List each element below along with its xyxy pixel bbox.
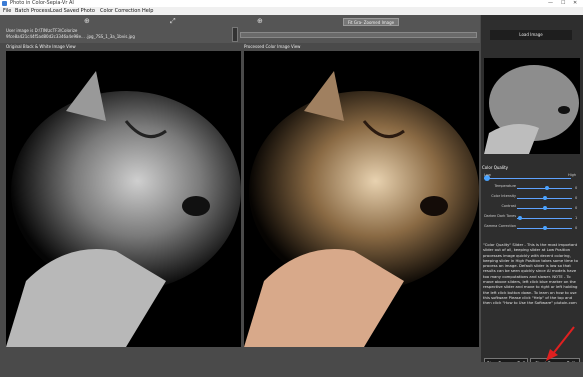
zoom-in-icon[interactable]: ⊕	[84, 18, 90, 25]
slider-knob[interactable]	[517, 216, 522, 220]
menu-file[interactable]: File	[3, 7, 11, 15]
processed-color-image	[244, 51, 479, 347]
image-path-line-1: User image is D:\TIN\zcTF3\Colorize	[6, 28, 78, 33]
slider-knob[interactable]	[542, 196, 547, 200]
close-icon[interactable]: ✕	[573, 0, 577, 7]
thumbnail-image	[484, 58, 580, 154]
slider-track[interactable]	[517, 218, 572, 219]
color-quality-label: Color Quality	[482, 165, 509, 170]
slider-value: 0	[575, 186, 578, 190]
minimize-icon[interactable]: —	[548, 0, 553, 7]
slider-label: Color Intensity	[491, 194, 516, 198]
slider-knob[interactable]	[545, 186, 550, 190]
processed-panel-title: Processed Color Image View	[244, 44, 301, 49]
slider-label: Darken Dark Tones	[484, 214, 516, 218]
slider-knob[interactable]	[542, 226, 547, 230]
color-quality-high: High	[568, 173, 577, 177]
red-arrow-annotation	[546, 326, 575, 361]
slider-value: 0	[575, 206, 578, 210]
window-title: Photo in Color-Sepia-Vr AI	[10, 0, 74, 6]
zoom-out-icon[interactable]: ⊕	[257, 18, 263, 25]
slider-value: 0	[575, 226, 578, 230]
slider-label: Temperature	[494, 184, 516, 188]
original-bw-image	[6, 51, 241, 347]
color-quality-track[interactable]	[484, 178, 571, 179]
menu-bar: File Batch Process Load Saved Photo Colo…	[0, 7, 583, 15]
slider-value: 1	[575, 216, 578, 220]
load-image-button[interactable]: Load Image	[490, 30, 572, 40]
title-bar: Photo in Color-Sepia-Vr AI — ☐ ✕	[0, 0, 583, 7]
menu-batch-process[interactable]: Batch Process	[15, 7, 50, 15]
menu-color-correction[interactable]: Color Correction	[100, 7, 141, 15]
toolbar: ⊕ ⤢ ⊕ User image is D:\TIN\zcTF3\Coloriz…	[0, 15, 480, 43]
original-panel-title: Original Black & White Image View	[6, 44, 76, 49]
status-bar	[0, 362, 583, 377]
horizontal-scrollbar[interactable]	[240, 32, 477, 38]
slider-row-2: Contrast 0	[482, 204, 581, 212]
menu-help[interactable]: Help	[142, 7, 153, 15]
maximize-icon[interactable]: ☐	[561, 0, 565, 7]
slider-value: 0	[575, 196, 578, 200]
expand-icon[interactable]: ⤢	[170, 18, 176, 25]
fit-zoomed-image-button[interactable]: Fit Gra- Zoomed Image	[343, 18, 399, 26]
slider-row-1: Color Intensity 0	[482, 194, 581, 202]
image-path-line-2: 9fce8a421c44f5ad80d2c3346a4e98e... .jpg_…	[6, 34, 135, 39]
slider-knob[interactable]	[542, 206, 547, 210]
main-area: ⊕ ⤢ ⊕ User image is D:\TIN\zcTF3\Coloriz…	[0, 15, 583, 377]
slider-row-4: Gamma Correction 0	[482, 224, 581, 232]
slider-label: Gamma Correction	[483, 224, 516, 228]
color-quality-low: Low	[484, 173, 491, 177]
app-icon	[2, 1, 7, 6]
help-text: "Color Quality" Slider - This is the mos…	[483, 242, 578, 306]
slider-row-0: Temperature 0	[482, 184, 581, 192]
slider-label: Contrast	[501, 204, 517, 208]
path-scroll[interactable]	[232, 27, 238, 42]
slider-row-3: Darken Dark Tones 1	[482, 214, 581, 222]
menu-load-saved-photo[interactable]: Load Saved Photo	[50, 7, 95, 15]
